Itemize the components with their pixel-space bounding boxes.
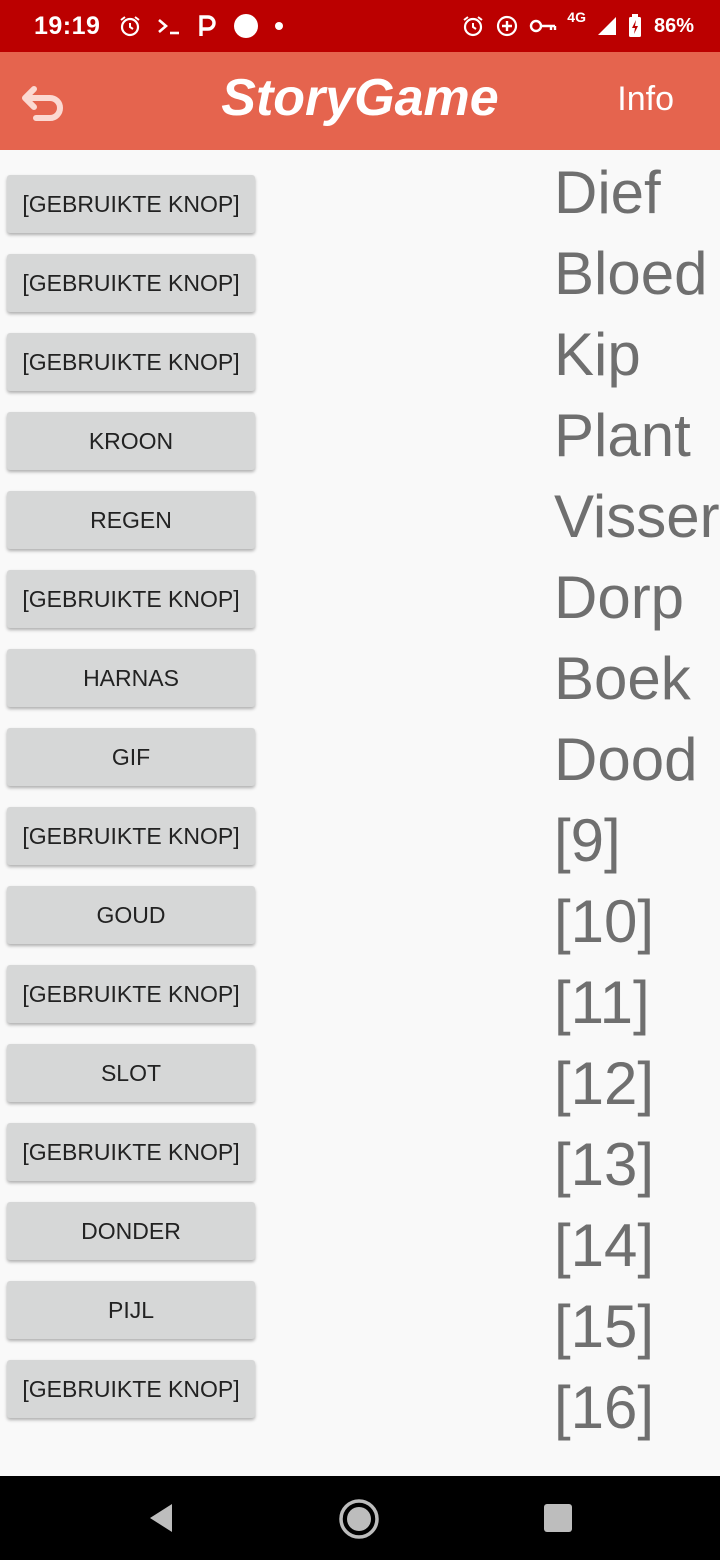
story-word: Visser (554, 483, 720, 550)
story-word: Boek (554, 645, 691, 712)
notification-icons (118, 12, 284, 40)
word-button[interactable]: HARNAS (7, 649, 255, 707)
nav-recents-icon[interactable] (544, 1504, 572, 1532)
story-word: [12] (554, 1050, 655, 1117)
word-button[interactable]: REGEN (7, 491, 255, 549)
story-word: Dorp (554, 564, 685, 631)
terminal-icon (158, 19, 180, 35)
navigation-bar (0, 1476, 720, 1560)
story-word: [11] (554, 969, 650, 1036)
word-button[interactable]: [GEBRUIKTE KNOP] (7, 333, 255, 391)
word-button[interactable]: [GEBRUIKTE KNOP] (7, 570, 255, 628)
system-icons: 4G 86% (461, 10, 694, 38)
p-app-icon (199, 15, 217, 36)
word-button[interactable]: [GEBRUIKTE KNOP] (7, 175, 255, 233)
status-time: 19:19 (34, 11, 101, 40)
story-word: Plant (554, 402, 691, 469)
word-button[interactable]: GOUD (7, 886, 255, 944)
word-button[interactable]: PIJL (7, 1281, 255, 1339)
info-button[interactable]: Info (617, 76, 674, 122)
story-word: Kip (554, 321, 641, 388)
word-button[interactable]: [GEBRUIKTE KNOP] (7, 1123, 255, 1181)
word-button[interactable]: KROON (7, 412, 255, 470)
story-word: [13] (554, 1131, 655, 1198)
battery-charging-icon (628, 14, 641, 37)
story-word: [10] (554, 888, 655, 955)
word-button[interactable]: [GEBRUIKTE KNOP] (7, 965, 255, 1023)
app-title: StoryGame (221, 69, 499, 127)
word-button[interactable]: [GEBRUIKTE KNOP] (7, 1360, 255, 1418)
circle-app-icon (234, 14, 259, 38)
story-word: [9] (554, 807, 621, 874)
battery-level: 86% (653, 14, 694, 37)
word-button[interactable]: [GEBRUIKTE KNOP] (7, 254, 255, 312)
story-word: [15] (554, 1293, 655, 1360)
alarm-icon (120, 16, 141, 37)
word-button[interactable]: SLOT (7, 1044, 255, 1102)
word-button[interactable]: [GEBRUIKTE KNOP] (7, 807, 255, 865)
story-word: [14] (554, 1212, 655, 1279)
word-list: [GEBRUIKTE KNOP] Dief [GEBRUIKTE KNOP] B… (0, 150, 720, 1476)
story-word: Dief (554, 159, 661, 226)
signal-icon (597, 17, 616, 35)
alarm-icon (463, 16, 483, 37)
nav-home-icon[interactable] (338, 1498, 380, 1540)
data-saver-icon (497, 15, 518, 37)
word-button[interactable]: DONDER (7, 1202, 255, 1260)
story-word: Dood (554, 726, 698, 793)
status-bar: 19:19 4G 86% (0, 0, 720, 52)
story-word: [16] (554, 1374, 655, 1441)
word-button[interactable]: GIF (7, 728, 255, 786)
app-bar: StoryGame Info (0, 52, 720, 150)
dot-icon (275, 22, 284, 30)
nav-back-icon[interactable] (146, 1498, 176, 1538)
vpn-key-icon (530, 19, 557, 33)
story-word: Bloed (554, 240, 708, 307)
network-type: 4G (567, 9, 586, 25)
